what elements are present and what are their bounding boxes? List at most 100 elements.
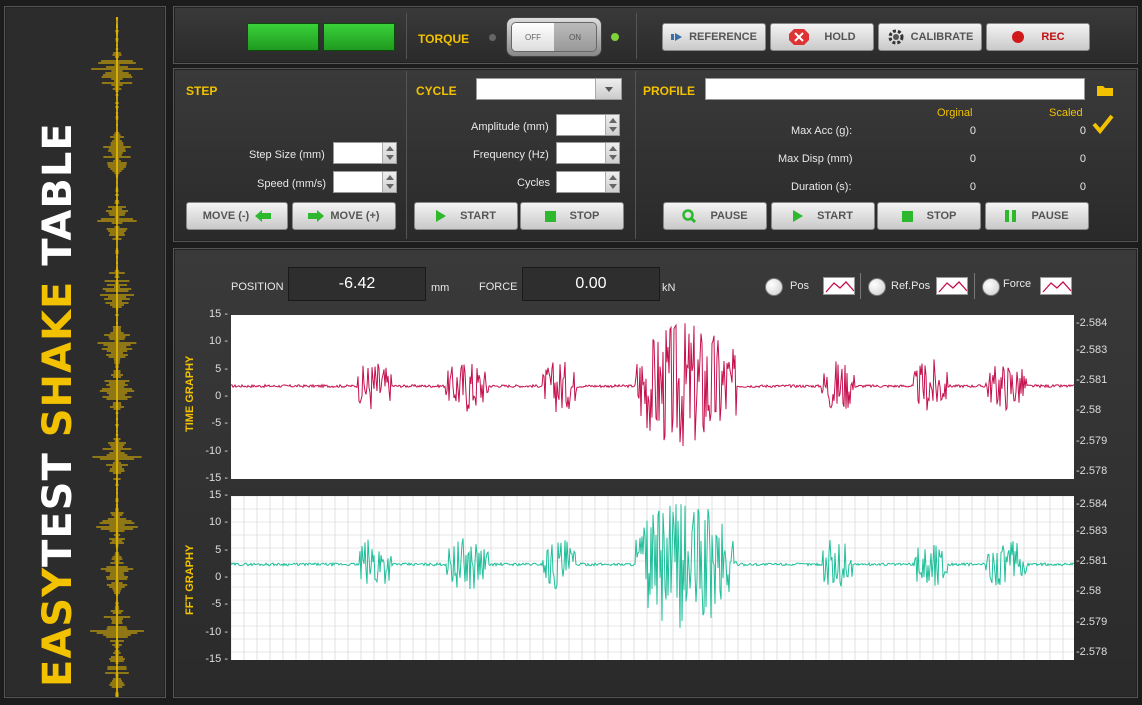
divider — [636, 13, 637, 59]
y-tick-label: -15 - — [205, 653, 228, 665]
cycles-input[interactable] — [556, 171, 620, 193]
max-acc-scaled: 0 — [1079, 125, 1086, 137]
y2-tick-label: -2.583 — [1076, 344, 1108, 356]
y-tick-label: 10 - — [209, 516, 228, 529]
rec-button-label: REC — [1041, 31, 1065, 43]
speed-spinner[interactable] — [382, 172, 396, 192]
profile-stop-label: STOP — [926, 210, 957, 222]
move-minus-label: MOVE (-) — [202, 210, 250, 222]
y-tick-label: -5 - — [211, 598, 229, 611]
cycle-select[interactable] — [476, 78, 622, 100]
reference-button[interactable]: REFERENCE — [662, 23, 766, 51]
switch-on-side[interactable]: ON — [554, 23, 596, 51]
step-size-spinner[interactable] — [382, 143, 396, 163]
force-radio[interactable] — [982, 278, 1000, 296]
cycle-title: CYCLE — [416, 84, 457, 98]
profile-stop-button[interactable]: STOP — [877, 202, 981, 230]
profile-pause-label: PAUSE — [710, 210, 748, 222]
brand-word-shake: SHAKE — [35, 280, 81, 438]
y-tick-label: -10 - — [205, 625, 228, 638]
speed-input[interactable] — [333, 171, 397, 193]
reference-icon — [671, 33, 683, 41]
y2-tick-label: -2.579 — [1076, 616, 1108, 628]
checkmark-icon[interactable] — [1092, 113, 1114, 135]
refpos-radio[interactable] — [868, 278, 886, 296]
y2-tick-label: -2.579 — [1076, 435, 1108, 447]
y2-tick-label: -2.58 — [1076, 585, 1102, 597]
speed-label: Speed (mm/s) — [257, 178, 327, 190]
divider — [860, 273, 861, 299]
y2-tick-label: -2.583 — [1076, 525, 1108, 537]
folder-icon[interactable] — [1096, 83, 1114, 97]
cycle-stop-label: STOP — [569, 210, 600, 222]
profile-path-input[interactable] — [705, 78, 1085, 100]
y2-tick-label: -2.581 — [1076, 374, 1108, 386]
y-tick-label: -5 - — [211, 417, 229, 430]
search-icon — [682, 209, 697, 223]
amplitude-spinner[interactable] — [605, 115, 619, 135]
divider — [406, 71, 407, 239]
max-acc-original: 0 — [969, 125, 976, 137]
profile-pause2-label: PAUSE — [1031, 210, 1069, 222]
position-readout: -6.42 — [288, 267, 426, 301]
divider — [974, 273, 975, 299]
pos-toggle-label: Pos — [790, 280, 809, 292]
max-disp-original: 0 — [969, 153, 976, 165]
fft-graph-title: FFT GRAPHY — [184, 544, 196, 615]
cycles-label: Cycles — [517, 177, 551, 189]
divider — [406, 13, 407, 59]
move-plus-label: MOVE (+) — [330, 210, 380, 222]
top-toolbar: TORQUE OFF ON REFERENCE HOLD CALIBRATE R… — [173, 6, 1138, 64]
force-wave-icon[interactable] — [1040, 277, 1072, 295]
time-graph[interactable] — [230, 315, 1075, 479]
cycles-spinner[interactable] — [605, 172, 619, 192]
profile-pause2-button[interactable]: PAUSE — [985, 202, 1089, 230]
y-tick-label: 5 - — [215, 362, 228, 375]
frequency-input[interactable] — [556, 142, 620, 164]
move-plus-button[interactable]: MOVE (+) — [292, 202, 396, 230]
brand-word-easy: EASY — [35, 566, 81, 687]
stop-icon — [544, 210, 556, 222]
hold-button[interactable]: HOLD — [770, 23, 874, 51]
duration-scaled: 0 — [1079, 181, 1086, 193]
y-tick-label: 0 - — [215, 571, 228, 583]
reference-button-label: REFERENCE — [689, 31, 757, 43]
step-size-label: Step Size (mm) — [249, 149, 325, 161]
calibrate-button[interactable]: CALIBRATE — [878, 23, 982, 51]
move-minus-button[interactable]: MOVE (-) — [186, 202, 288, 230]
cycle-start-label: START — [460, 210, 496, 222]
pos-radio[interactable] — [765, 278, 783, 296]
torque-off-led — [488, 33, 497, 42]
position-label: POSITION — [231, 281, 284, 293]
record-icon — [1012, 31, 1025, 43]
amplitude-input[interactable] — [556, 114, 620, 136]
force-label: FORCE — [479, 281, 518, 293]
y2-tick-label: -2.581 — [1076, 555, 1108, 567]
force-unit: kN — [662, 282, 676, 294]
refpos-wave-icon[interactable] — [936, 277, 968, 295]
rec-button[interactable]: REC — [986, 23, 1090, 51]
profile-pause-button[interactable]: PAUSE — [663, 202, 767, 230]
cycle-stop-button[interactable]: STOP — [520, 202, 624, 230]
switch-off-side[interactable]: OFF — [512, 23, 554, 51]
time-series-line — [230, 323, 1075, 447]
torque-switch[interactable]: OFF ON — [506, 17, 602, 57]
pos-wave-icon[interactable] — [823, 277, 855, 295]
time-graph-plot — [230, 323, 1075, 447]
fft-graph[interactable] — [230, 495, 1075, 660]
graph-panel: POSITION -6.42 mm FORCE 0.00 kN Pos Ref.… — [173, 248, 1138, 698]
status-led-1 — [247, 23, 319, 51]
frequency-spinner[interactable] — [605, 143, 619, 163]
profile-start-button[interactable]: START — [771, 202, 875, 230]
col-scaled-label: Scaled — [1049, 107, 1083, 119]
brand-seismic-wave-icon — [90, 17, 144, 697]
cycle-start-button[interactable]: START — [414, 202, 518, 230]
brand-title: EASYTEST SHAKE TABLE — [35, 122, 81, 687]
chevron-down-icon[interactable] — [595, 79, 621, 99]
frequency-label: Frequency (Hz) — [473, 149, 549, 161]
position-unit: mm — [431, 282, 450, 294]
y-tick-label: -15 - — [205, 472, 228, 484]
profile-title: PROFILE — [643, 84, 696, 98]
hold-button-label: HOLD — [824, 31, 856, 43]
step-size-input[interactable] — [333, 142, 397, 164]
